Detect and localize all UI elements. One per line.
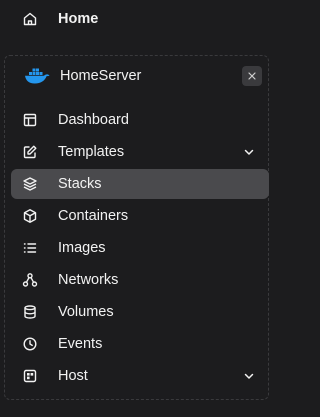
sidebar-item-label: Images — [58, 240, 106, 256]
sidebar-item-label: Networks — [58, 272, 119, 288]
chevron-down-icon[interactable] — [243, 370, 255, 382]
sidebar-item-label: Events — [58, 336, 103, 352]
sidebar-item-label: Host — [58, 368, 88, 384]
environment-header: HomeServer — [5, 56, 268, 96]
dashboard-icon — [22, 112, 38, 128]
environment-name: HomeServer — [60, 68, 142, 84]
home-icon — [22, 11, 38, 27]
close-environment-button[interactable] — [242, 66, 262, 86]
sidebar-item-label: Dashboard — [58, 112, 129, 128]
host-icon — [22, 368, 38, 384]
box-icon — [22, 208, 38, 224]
environment-panel: HomeServer Dashboard Templates Stacks Co… — [4, 55, 269, 400]
database-icon — [22, 304, 38, 320]
sidebar-item-templates[interactable]: Templates — [11, 137, 269, 167]
sidebar-item-host[interactable]: Host — [11, 361, 269, 391]
sidebar-item-volumes[interactable]: Volumes — [11, 297, 269, 327]
layers-icon — [22, 176, 38, 192]
sidebar-item-label: Stacks — [58, 176, 102, 192]
sidebar-item-label: Home — [58, 11, 99, 27]
chevron-down-icon[interactable] — [243, 146, 255, 158]
sidebar-item-label: Volumes — [58, 304, 114, 320]
edit-icon — [22, 144, 38, 160]
docker-whale-icon — [24, 67, 50, 85]
sidebar: Home HomeServer Dashboard Templates Stac… — [0, 0, 285, 417]
sidebar-item-events[interactable]: Events — [11, 329, 269, 359]
close-icon — [248, 72, 256, 80]
sidebar-item-containers[interactable]: Containers — [11, 201, 269, 231]
sidebar-item-label: Templates — [58, 144, 125, 160]
sidebar-item-label: Containers — [58, 208, 129, 224]
sidebar-item-home[interactable]: Home — [12, 6, 274, 32]
sidebar-item-networks[interactable]: Networks — [11, 265, 269, 295]
clock-icon — [22, 336, 38, 352]
sidebar-item-dashboard[interactable]: Dashboard — [11, 105, 269, 135]
network-icon — [22, 272, 38, 288]
sidebar-item-stacks[interactable]: Stacks — [11, 169, 269, 199]
list-icon — [22, 240, 38, 256]
sidebar-item-images[interactable]: Images — [11, 233, 269, 263]
